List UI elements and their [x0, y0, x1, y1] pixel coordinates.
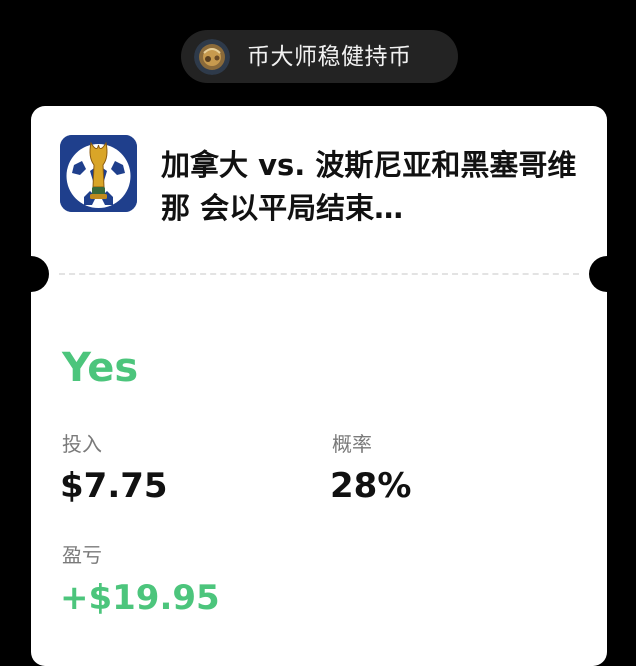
user-avatar-icon — [194, 39, 230, 75]
pnl-label: 盈亏 — [62, 543, 102, 567]
bet-card[interactable]: 加拿大 vs. 波斯尼亚和黑塞哥维那 会以平局结束… Yes 投入 $7.75 … — [13, 106, 625, 666]
invested-label: 投入 — [62, 432, 102, 456]
invested-value: $7.75 — [60, 466, 168, 506]
avatar[interactable] — [194, 39, 230, 75]
outcome-label: Yes — [62, 345, 139, 391]
probability-value: 28% — [330, 466, 412, 506]
user-pill[interactable]: 币大师稳健持币 — [181, 30, 458, 83]
probability-label: 概率 — [332, 432, 372, 456]
pnl-value: +$19.95 — [60, 578, 220, 618]
card-notch-right — [589, 256, 625, 292]
market-title[interactable]: 加拿大 vs. 波斯尼亚和黑塞哥维那 会以平局结束… — [161, 144, 581, 230]
card-divider — [59, 273, 579, 275]
username: 币大师稳健持币 — [247, 44, 412, 70]
world-cup-soccer-icon — [60, 135, 137, 212]
card-notch-left — [13, 256, 49, 292]
